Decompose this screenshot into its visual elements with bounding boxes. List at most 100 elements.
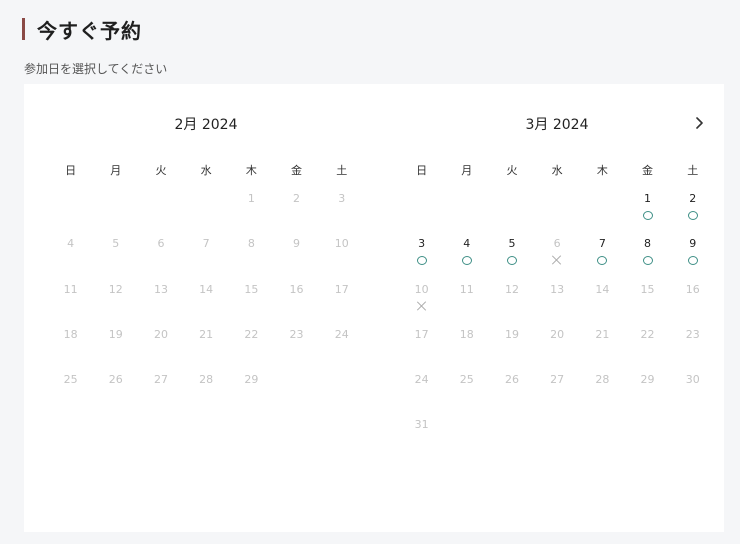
day-cell: 12 [489,283,534,328]
day-number: 13 [153,282,168,296]
available-circle-icon [687,256,698,266]
day-number: 6 [553,237,561,251]
day-cell: 22 [625,328,670,373]
day-cell: 26 [489,373,534,418]
page-title: 今すぐ予約 [37,18,142,43]
day-number: 22 [640,327,655,341]
day-number: 24 [334,327,349,341]
day-cell: 21 [580,328,625,373]
day-number: 25 [459,373,474,387]
day-cell[interactable]: 4 [444,237,489,282]
day-cell: 10 [319,237,364,282]
unavailable-cross-icon [417,301,427,311]
day-cell: 7 [184,237,229,282]
day-number: 18 [459,327,474,341]
day-number: 30 [685,373,700,387]
available-circle-icon [687,211,698,220]
day-cell[interactable]: 3 [399,237,444,282]
weekday-label: 日 [65,164,77,177]
day-cell: 22 [229,328,274,373]
day-cell: 19 [93,328,138,373]
day-cell: 8 [229,237,274,282]
day-cell: 9 [274,237,319,282]
day-cell: 20 [535,328,580,373]
day-cell: 25 [444,373,489,418]
empty-day-cell [444,192,489,237]
day-number: 7 [202,237,210,251]
day-cell: 13 [535,283,580,328]
day-cell: 2 [274,192,319,237]
day-number: 27 [153,373,168,387]
empty-day-cell [399,192,444,237]
day-cell: 23 [274,328,319,373]
available-circle-icon [506,256,517,266]
day-cell: 6 [138,237,183,282]
day-cell[interactable]: 7 [580,237,625,282]
day-number: 4 [67,237,75,251]
day-number: 9 [689,237,697,251]
month-title: 3月 2024 [525,117,589,133]
chevron-right-icon [694,117,704,129]
day-number: 8 [247,237,255,251]
day-cell: 20 [138,328,183,373]
weekday-label: 金 [291,164,303,177]
day-number: 15 [244,282,259,296]
day-cell[interactable]: 1 [625,192,670,237]
weekday-label: 金 [642,164,654,177]
day-number: 19 [108,327,123,341]
day-number: 31 [414,418,429,432]
day-cell: 6 [535,237,580,282]
weekday-header: 日月火水木金土 [48,162,364,178]
day-number: 6 [157,237,165,251]
day-number: 14 [199,282,214,296]
day-number: 27 [550,373,565,387]
day-number: 15 [640,282,655,296]
day-number: 1 [247,192,255,205]
day-cell: 24 [319,328,364,373]
available-circle-icon [597,256,608,266]
day-cell: 19 [489,328,534,373]
weekday-label: 月 [461,164,473,177]
day-cell: 27 [138,373,183,418]
day-cell: 10 [399,283,444,328]
day-cell: 25 [48,373,93,418]
day-number: 21 [199,327,214,341]
day-cell: 3 [319,192,364,237]
day-number: 12 [504,282,519,296]
empty-day-cell [184,192,229,237]
day-cell: 30 [670,373,715,418]
day-cell[interactable]: 9 [670,237,715,282]
weekday-label: 土 [687,164,699,177]
day-cell: 15 [229,283,274,328]
next-month-button[interactable] [688,112,710,134]
day-cell: 13 [138,283,183,328]
empty-day-cell [138,192,183,237]
day-number: 29 [640,373,655,387]
day-cell[interactable]: 5 [489,237,534,282]
day-cell: 31 [399,418,444,463]
day-cell: 5 [93,237,138,282]
day-number: 16 [685,282,700,296]
day-number: 3 [418,237,426,251]
day-number: 26 [108,373,123,387]
day-cell: 4 [48,237,93,282]
weekday-label: 火 [506,164,518,177]
day-cell[interactable]: 2 [670,192,715,237]
day-cell: 28 [580,373,625,418]
day-number: 7 [598,237,606,251]
day-cell: 11 [48,283,93,328]
day-number: 5 [508,237,516,251]
weekday-label: 火 [155,164,167,177]
available-circle-icon [461,256,472,266]
day-cell: 14 [580,283,625,328]
available-circle-icon [642,211,653,220]
day-number: 28 [595,373,610,387]
day-cell[interactable]: 8 [625,237,670,282]
empty-day-cell [93,192,138,237]
day-number: 21 [595,327,610,341]
day-number: 10 [414,282,429,296]
empty-day-cell [580,192,625,237]
weekday-label: 水 [200,164,212,177]
day-number: 19 [504,327,519,341]
day-cell: 24 [399,373,444,418]
